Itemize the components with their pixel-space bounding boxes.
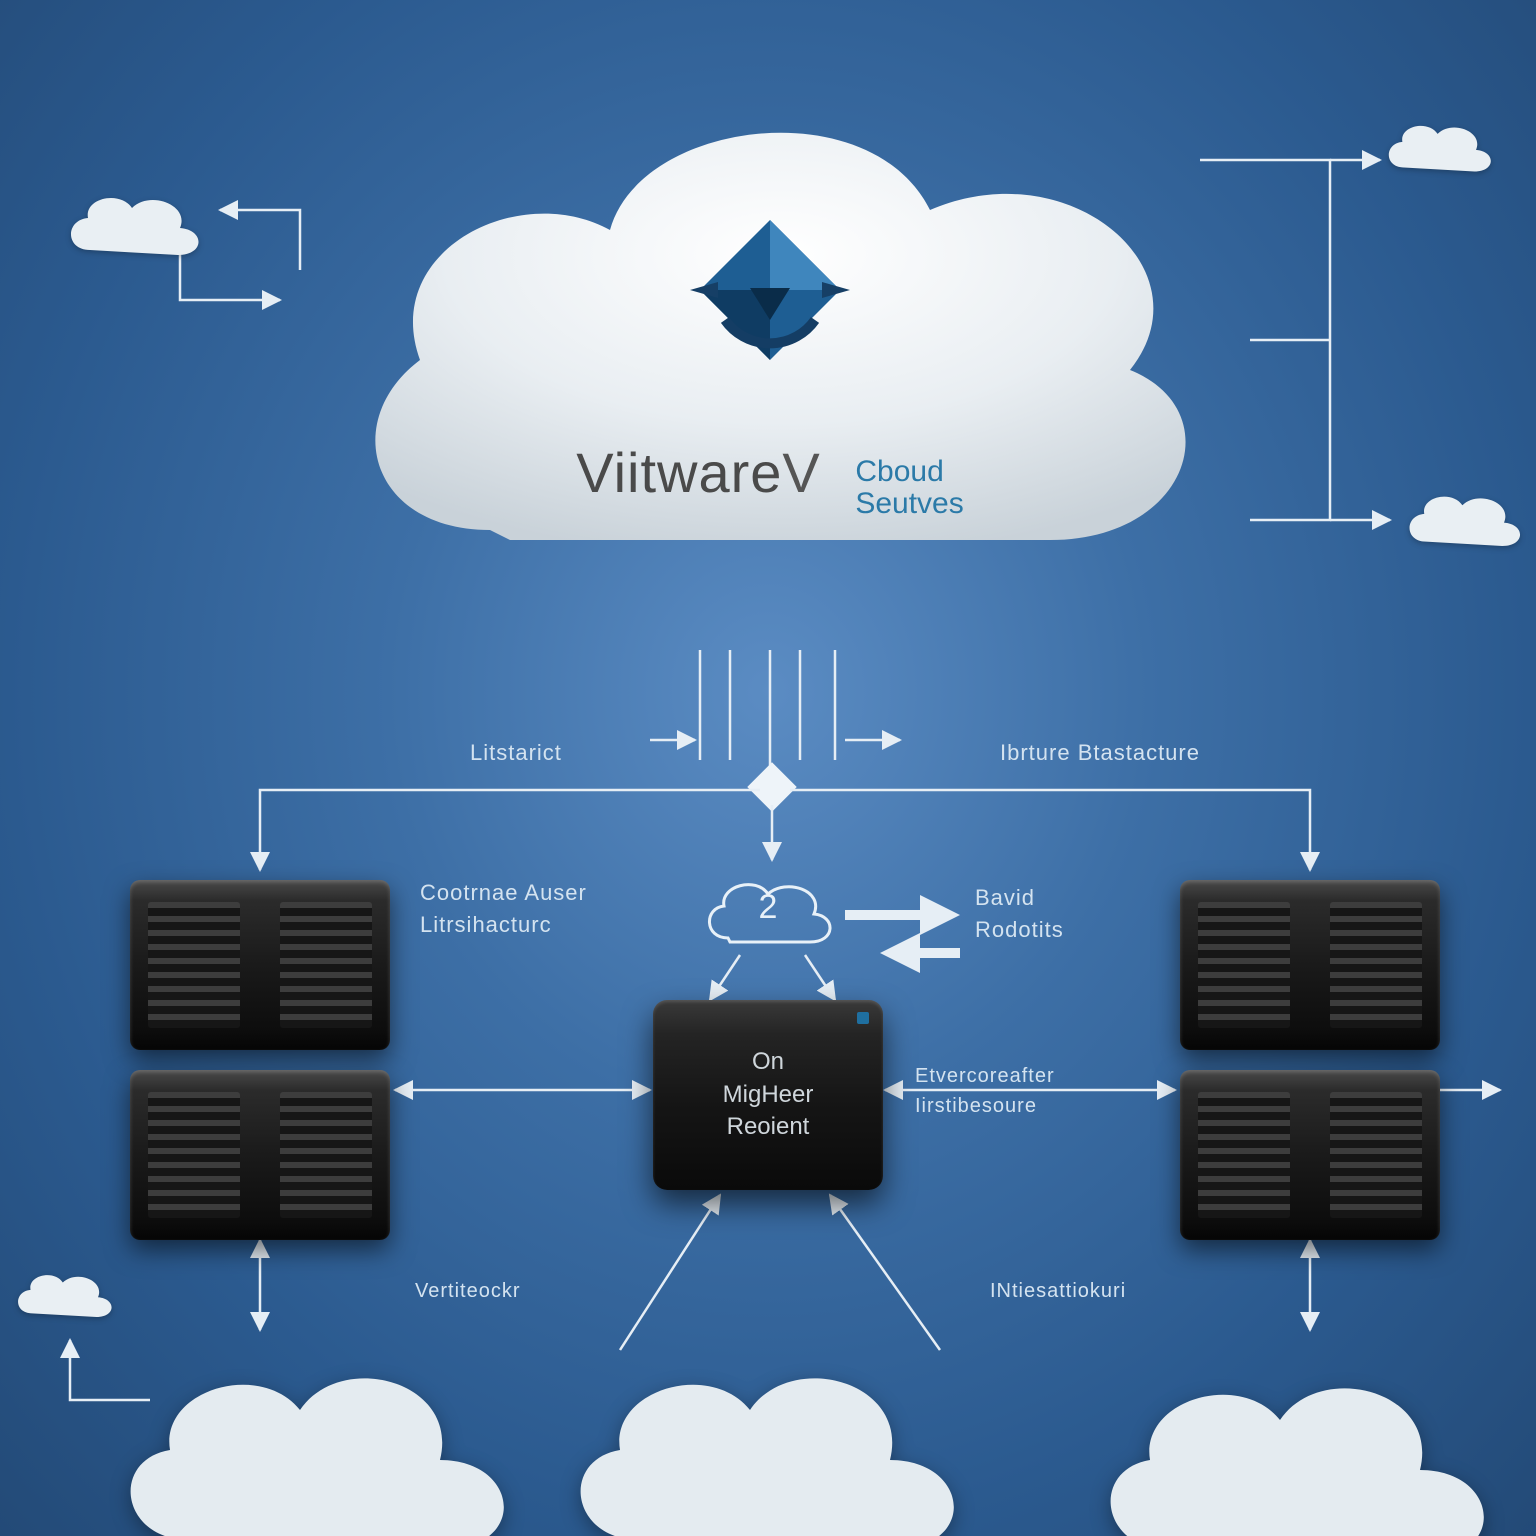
chip-line-1: On <box>752 1046 784 1078</box>
label-lower-right-1: Etvercoreafter <box>915 1065 1055 1088</box>
bottom-cloud-left <box>110 1320 530 1536</box>
label-mid-right-1: Bavid <box>975 885 1035 911</box>
center-numbered-cloud: 2 <box>698 860 838 960</box>
label-mid-left-1: Cootrnae Auser <box>420 880 587 906</box>
bottom-cloud-right <box>1090 1330 1510 1536</box>
server-unit <box>130 880 390 1050</box>
label-top-right: Ibrture Btastacture <box>1000 740 1200 766</box>
label-lower-right-2: Iirstibesoure <box>915 1095 1037 1118</box>
chip-line-3: Reoient <box>727 1111 810 1143</box>
server-right <box>1180 880 1440 1240</box>
mini-cloud-top-right-1 <box>1380 110 1500 185</box>
server-unit <box>1180 1070 1440 1240</box>
label-diag-left: Vertiteockr <box>415 1280 520 1303</box>
chip-indicator-icon <box>857 1012 869 1024</box>
main-cloud: ViitwareV Cboud Seutves <box>310 60 1230 680</box>
center-chip: On MigHeer Reoient <box>653 1000 883 1190</box>
brand-tag-2: Seutves <box>855 487 963 520</box>
brand-name-right: V <box>782 441 820 504</box>
brand-logo-icon <box>690 210 850 370</box>
label-mid-left-2: Litrsihacturc <box>420 912 552 938</box>
label-mid-right-2: Rodotits <box>975 917 1064 943</box>
brand-tag-1: Cboud <box>855 455 943 488</box>
center-cloud-number: 2 <box>698 888 838 927</box>
brand-name-left: Viitware <box>576 441 782 504</box>
server-left <box>130 880 390 1240</box>
server-unit <box>1180 880 1440 1050</box>
mini-cloud-far-left <box>10 1260 120 1330</box>
mini-cloud-top-right-2 <box>1400 480 1530 560</box>
chip-line-2: MigHeer <box>723 1079 814 1111</box>
label-diag-right: INtiesattiokuri <box>990 1280 1126 1303</box>
main-cloud-title: ViitwareV Cboud Seutves <box>310 440 1230 519</box>
server-unit <box>130 1070 390 1240</box>
label-top-left: Litstarict <box>470 740 562 766</box>
mini-cloud-top-left <box>60 180 210 270</box>
diagram-canvas: ViitwareV Cboud Seutves Litstarict Ibrtu… <box>0 0 1536 1536</box>
bottom-cloud-center <box>560 1320 980 1536</box>
